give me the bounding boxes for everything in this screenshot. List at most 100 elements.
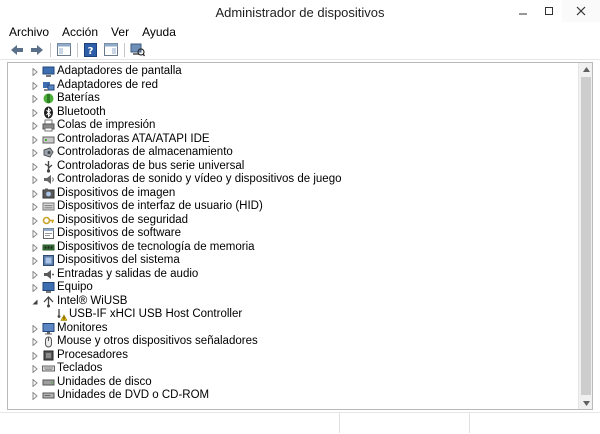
action-pane-button[interactable] (102, 41, 119, 58)
collapsed-arrow-icon[interactable] (31, 257, 39, 265)
wiusb-icon (43, 295, 54, 307)
collapsed-arrow-icon[interactable] (31, 68, 39, 76)
tree-category[interactable]: Dispositivos de seguridad (8, 214, 578, 228)
tree-category[interactable]: Adaptadores de pantalla (8, 65, 578, 79)
toolbar-separator (77, 42, 78, 57)
close-button[interactable] (562, 0, 600, 22)
dvd-drive-icon (42, 392, 55, 399)
warning-device-icon (57, 309, 67, 321)
collapsed-arrow-icon[interactable] (31, 108, 39, 117)
tree-item-label: Adaptadores de pantalla (57, 65, 182, 77)
tree-category[interactable]: Teclados (8, 362, 578, 376)
device-tree: Adaptadores de pantalla Adaptadores de re… (8, 63, 578, 409)
collapsed-arrow-icon[interactable] (31, 230, 39, 238)
tree-item-label: Controladoras ATA/ATAPI IDE (57, 132, 210, 145)
scroll-up-button[interactable] (579, 63, 592, 75)
hid-icon (42, 202, 55, 211)
menu-archivo[interactable]: Archivo (9, 24, 49, 40)
vertical-scrollbar[interactable] (578, 63, 592, 409)
collapsed-arrow-icon[interactable] (31, 392, 39, 400)
collapsed-arrow-icon[interactable] (31, 243, 39, 252)
sound-icon (44, 175, 54, 184)
expanded-arrow-icon[interactable] (31, 298, 39, 306)
security-device-icon (42, 216, 54, 224)
collapsed-arrow-icon[interactable] (31, 81, 39, 90)
disk-drive-icon (42, 379, 55, 385)
back-button[interactable] (8, 41, 25, 58)
toolbar-separator (124, 42, 125, 57)
tree-category[interactable]: Equipo (8, 281, 578, 295)
tree-category[interactable]: Controladoras de sonido y vídeo y dispos… (8, 173, 578, 187)
tree-category[interactable]: Dispositivos de software (8, 227, 578, 241)
tree-category[interactable]: Procesadores (8, 349, 578, 363)
scrollbar-thumb[interactable] (581, 77, 591, 395)
tree-category[interactable]: Dispositivos del sistema (8, 254, 578, 268)
help-button[interactable]: ? (82, 41, 99, 58)
back-arrow-icon (10, 44, 23, 55)
tree-category[interactable]: Controladoras ATA/ATAPI IDE (8, 133, 578, 147)
tree-category[interactable]: Dispositivos de tecnología de memoria (8, 241, 578, 255)
tree-item-label: Dispositivos de interfaz de usuario (HID… (57, 200, 263, 212)
collapsed-arrow-icon[interactable] (31, 135, 39, 144)
status-bar (0, 412, 600, 434)
collapsed-arrow-icon[interactable] (31, 338, 39, 346)
tree-item-label: Dispositivos de tecnología de memoria (57, 240, 255, 253)
tree-category[interactable]: Bluetooth (8, 106, 578, 120)
forward-button[interactable] (28, 41, 45, 58)
tree-category[interactable]: Adaptadores de red (8, 79, 578, 93)
collapsed-arrow-icon[interactable] (31, 216, 39, 225)
maximize-button[interactable] (536, 0, 562, 22)
tree-category[interactable]: Controladoras de almacenamiento (8, 146, 578, 160)
tree-category[interactable]: Unidades de disco (8, 376, 578, 390)
keyboard-icon (42, 365, 55, 372)
tree-category[interactable]: Mouse y otros dispositivos señaladores (8, 335, 578, 349)
menu-ver[interactable]: Ver (111, 24, 129, 40)
collapsed-arrow-icon[interactable] (31, 351, 39, 360)
tree-item-label: Dispositivos de software (57, 227, 181, 239)
scroll-down-arrow-icon (583, 400, 590, 406)
collapsed-arrow-icon[interactable] (31, 95, 39, 103)
collapsed-arrow-icon[interactable] (31, 122, 39, 130)
tree-category[interactable]: Dispositivos de imagen (8, 187, 578, 201)
collapsed-arrow-icon[interactable] (31, 378, 39, 387)
collapsed-arrow-icon[interactable] (31, 162, 39, 171)
tree-device[interactable]: USB-IF xHCI USB Host Controller (8, 308, 578, 322)
tree-item-label: Controladoras de sonido y vídeo y dispos… (57, 173, 342, 185)
tree-category[interactable]: Monitores (8, 322, 578, 336)
software-device-icon (43, 228, 54, 239)
tree-category[interactable]: Controladoras de bus serie universal (8, 160, 578, 174)
collapsed-arrow-icon[interactable] (31, 189, 39, 198)
tree-category[interactable]: Baterías (8, 92, 578, 106)
forward-arrow-icon (30, 44, 43, 55)
collapsed-arrow-icon[interactable] (31, 203, 39, 211)
collapsed-arrow-icon[interactable] (31, 149, 39, 157)
tree-item-label: Bluetooth (57, 105, 106, 118)
collapsed-arrow-icon[interactable] (31, 365, 39, 373)
scroll-down-button[interactable] (579, 397, 592, 409)
tree-item-label: Mouse y otros dispositivos señaladores (57, 335, 258, 347)
properties-view-button[interactable] (55, 41, 72, 58)
tree-category[interactable]: Entradas y salidas de audio (8, 268, 578, 282)
tree-category[interactable]: Colas de impresión (8, 119, 578, 133)
collapsed-arrow-icon[interactable] (31, 284, 39, 292)
menu-bar: Archivo Acción Ver Ayuda (0, 24, 600, 40)
tree-category[interactable]: Intel® WiUSB (8, 295, 578, 309)
minimize-button[interactable] (510, 0, 536, 22)
collapsed-arrow-icon[interactable] (31, 176, 39, 184)
tree-category[interactable]: Dispositivos de interfaz de usuario (HID… (8, 200, 578, 214)
close-icon (576, 6, 586, 16)
tree-item-label: Intel® WiUSB (57, 294, 128, 307)
memory-device-icon (42, 244, 55, 250)
scan-hardware-icon (130, 43, 145, 56)
tree-item-label: Adaptadores de red (57, 78, 159, 91)
menu-accion[interactable]: Acción (62, 24, 98, 40)
minimize-icon (519, 13, 527, 15)
scan-hardware-button[interactable] (129, 41, 146, 58)
console-tree-icon (56, 43, 71, 56)
audio-io-icon (44, 269, 54, 279)
collapsed-arrow-icon[interactable] (31, 324, 39, 333)
tree-category[interactable]: Unidades de DVD o CD-ROM (8, 389, 578, 403)
menu-ayuda[interactable]: Ayuda (142, 24, 176, 40)
collapsed-arrow-icon[interactable] (31, 270, 39, 279)
help-icon: ? (84, 42, 97, 57)
